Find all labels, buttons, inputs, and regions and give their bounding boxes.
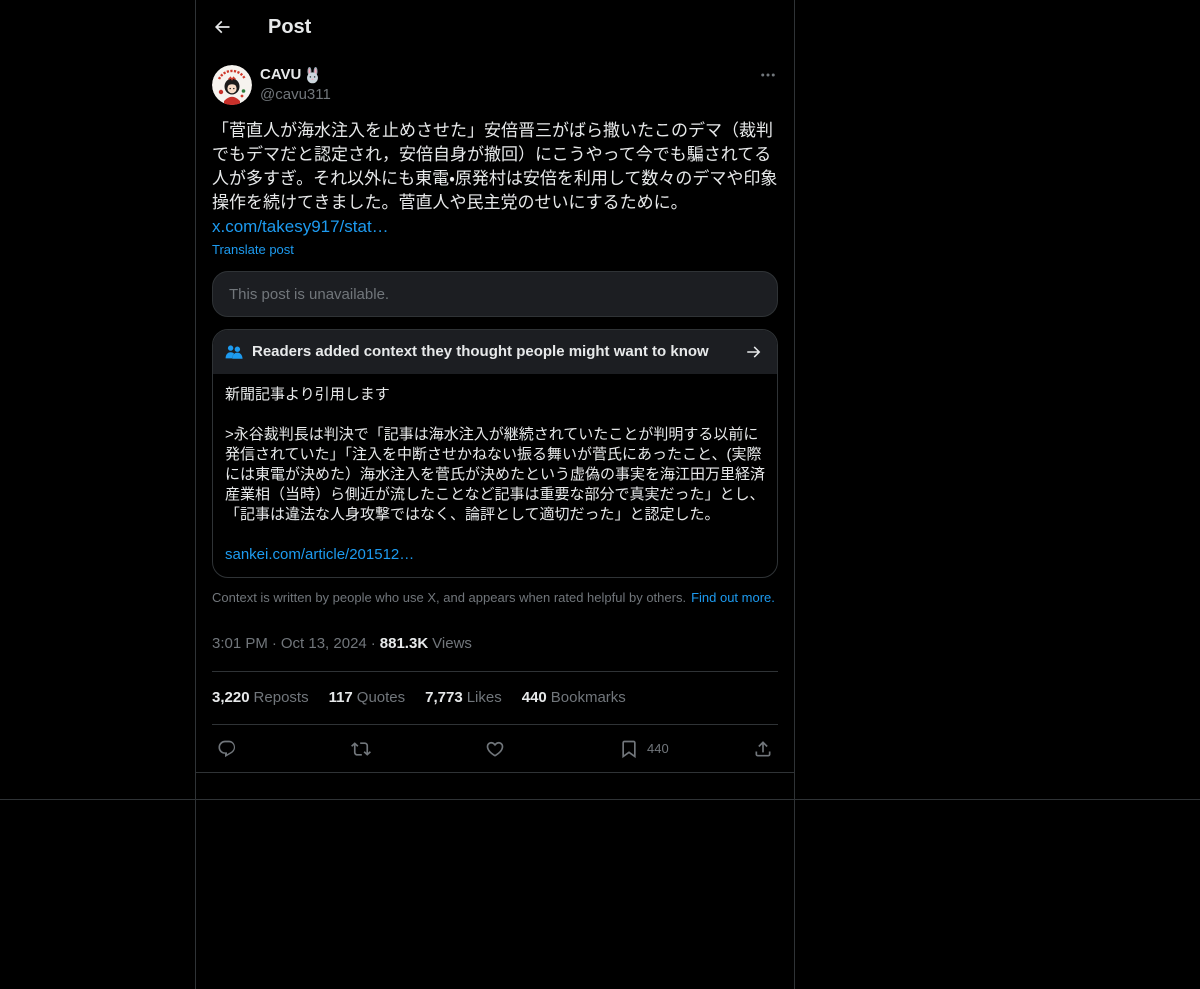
share-action <box>753 739 773 759</box>
views-count: 881.3K <box>379 635 429 652</box>
name-row: CAVU <box>260 65 331 85</box>
note-paragraph: 新聞記事より引用します <box>225 386 390 403</box>
user-handle[interactable]: @cavu311 <box>260 85 331 105</box>
share-button[interactable] <box>753 739 773 759</box>
community-note-body: 新聞記事より引用します >永谷裁判長は判決で「記事は海水注入が継続されていたこと… <box>213 374 777 577</box>
views-label: Views <box>432 635 472 652</box>
community-note-title: Readers added context they thought peopl… <box>252 343 709 360</box>
top-bar: Post <box>196 0 794 53</box>
author-row: CAVU @cavu311 <box>212 65 778 105</box>
community-note-disclaimer: Context is written by people who use X, … <box>212 590 778 606</box>
rabbit-emoji-icon <box>307 66 319 83</box>
stat-bookmarks: 440 Bookmarks <box>522 688 626 708</box>
stat-quotes[interactable]: 117 Quotes <box>329 688 406 708</box>
arrow-right-icon <box>745 343 763 361</box>
like-button[interactable] <box>485 739 505 759</box>
bookmark-icon <box>622 740 636 758</box>
stat-label: Likes <box>466 689 502 706</box>
post-link[interactable]: x.com/takesy917/stat… <box>212 215 778 239</box>
share-icon <box>755 740 771 756</box>
repost-action <box>351 739 485 759</box>
reply-icon <box>218 740 236 757</box>
avatar[interactable] <box>212 65 252 105</box>
back-button[interactable] <box>212 17 232 37</box>
stat-count: 3,220 <box>212 689 250 706</box>
note-paragraph: >永谷裁判長は判決で「記事は海水注入が継続されていたことが判明する以前に発信され… <box>225 426 766 523</box>
bookmark-button[interactable] <box>619 739 639 759</box>
repost-button[interactable] <box>351 739 371 759</box>
stat-label: Bookmarks <box>550 689 626 706</box>
post-meta: 3:01 PM · Oct 13, 2024 · 881.3K Views <box>212 634 778 654</box>
meta-separator: · <box>370 635 376 652</box>
meta-separator: · <box>271 635 277 652</box>
like-action <box>485 739 619 759</box>
more-dots-icon <box>761 73 775 77</box>
note-source-link[interactable]: sankei.com/article/201512… <box>225 545 773 565</box>
post-date: Oct 13, 2024 <box>280 635 367 652</box>
repost-icon <box>351 741 371 756</box>
stat-likes[interactable]: 7,773 Likes <box>425 688 502 708</box>
more-options-button[interactable] <box>759 65 777 85</box>
quoted-post-unavailable: This post is unavailable. <box>212 271 778 317</box>
arrow-left-icon <box>214 20 230 33</box>
community-note: Readers added context they thought peopl… <box>212 329 778 578</box>
engagement-stats: 3,220 Reposts 117 Quotes 7,773 Likes 440 Boo… <box>212 672 778 724</box>
translate-post-link[interactable]: Translate post <box>212 242 778 258</box>
author-text: CAVU @cavu311 <box>260 65 331 105</box>
stat-count: 7,773 <box>425 689 463 706</box>
post-detail: CAVU @cavu311 「菅直人が海水注入を止めさせた」安倍晋三がばら撒いた… <box>196 65 794 773</box>
reply-action <box>217 739 351 759</box>
primary-column: Post CAVU @cavu311 「菅直人が海水注入を止めさせた」安倍晋三が… <box>195 0 795 989</box>
action-bar: 440 <box>212 725 778 772</box>
stat-count: 117 <box>328 689 353 706</box>
stat-label: Quotes <box>356 689 406 706</box>
stat-label: Reposts <box>253 689 309 706</box>
reply-button[interactable] <box>217 739 237 759</box>
page-divider <box>0 799 1200 800</box>
timestamp-link[interactable]: 3:01 PM · Oct 13, 2024 <box>212 635 367 652</box>
bookmark-count: 440 <box>647 740 669 756</box>
avatar-image <box>212 65 252 105</box>
heart-icon <box>486 741 504 757</box>
bookmark-action: 440 <box>619 739 753 759</box>
find-out-more-link[interactable]: Find out more. <box>691 590 775 605</box>
post-time: 3:01 PM <box>212 635 268 652</box>
unavailable-text: This post is unavailable. <box>229 285 390 303</box>
page-title: Post <box>268 15 312 38</box>
stat-count: 440 <box>521 689 547 706</box>
stat-reposts[interactable]: 3,220 Reposts <box>212 688 309 708</box>
people-icon <box>225 343 243 361</box>
display-name[interactable]: CAVU <box>260 65 301 85</box>
community-note-header[interactable]: Readers added context they thought peopl… <box>213 330 777 374</box>
disclaimer-text: Context is written by people who use X, … <box>212 590 687 605</box>
post-text: 「菅直人が海水注入を止めさせた」安倍晋三がばら撒いたこのデマ（裁判でもデマだと認… <box>212 121 778 212</box>
